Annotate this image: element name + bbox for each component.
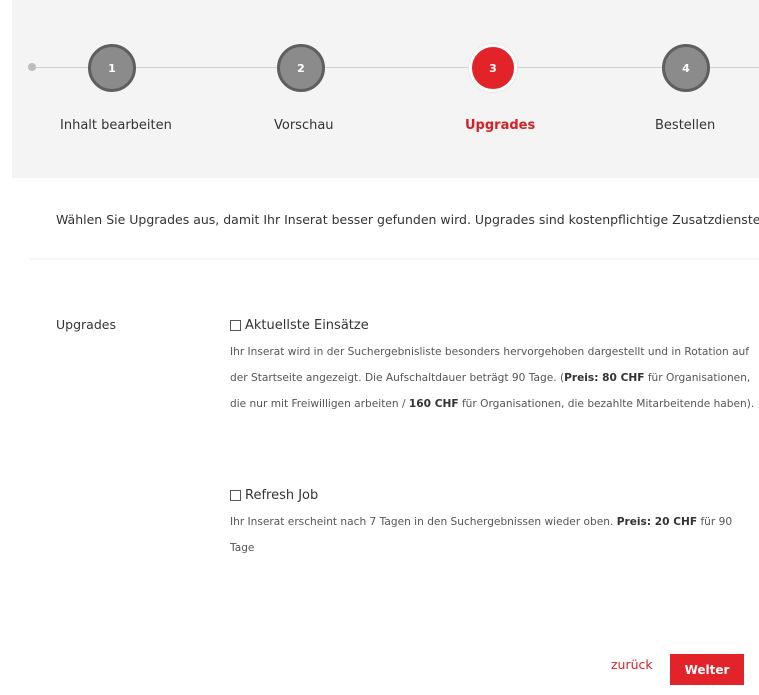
- price-text: 160 CHF: [408, 398, 459, 410]
- option-description: Ihr Inserat erscheint nach 7 Tagen in de…: [230, 509, 755, 561]
- section-divider: [30, 258, 759, 260]
- step-2-number: 2: [297, 61, 305, 75]
- step-3-label: Upgrades: [465, 118, 536, 133]
- upgrade-option-refresh-job: Refresh Job Ihr Inserat erscheint nach 7…: [230, 485, 755, 561]
- upgrade-option-aktuellste-einsaetze: Aktuellste Einsätze Ihr Inserat wird in …: [230, 315, 755, 417]
- price-text: Preis: 20 CHF: [616, 516, 698, 528]
- option-title: Refresh Job: [245, 487, 319, 503]
- step-4-number: 4: [682, 61, 690, 75]
- price-text: Preis: 80 CHF: [564, 372, 645, 384]
- wizard-header: [12, 0, 759, 178]
- wizard-progress-line: [34, 67, 759, 68]
- step-1-number: 1: [108, 61, 116, 75]
- left-margin: [0, 0, 12, 695]
- step-1-label[interactable]: Inhalt bearbeiten: [60, 118, 172, 133]
- option-description: Ihr Inserat wird in der Suchergebnislist…: [230, 339, 755, 417]
- step-1-circle[interactable]: 1: [88, 44, 136, 92]
- step-2-label[interactable]: Vorschau: [274, 118, 334, 133]
- step-2-circle[interactable]: 2: [277, 44, 325, 92]
- refresh-job-checkbox[interactable]: [230, 489, 241, 501]
- step-3-number: 3: [489, 61, 497, 75]
- option-refresh-job-header[interactable]: Refresh Job: [230, 485, 755, 505]
- back-link[interactable]: zurück: [611, 657, 653, 672]
- description-text: Ihr Inserat erscheint nach 7 Tagen in de…: [230, 516, 617, 528]
- aktuellste-einsaetze-checkbox[interactable]: [230, 319, 241, 331]
- option-aktuellste-einsaetze-header[interactable]: Aktuellste Einsätze: [230, 315, 755, 335]
- step-4-circle[interactable]: 4: [662, 44, 710, 92]
- step-3-circle: 3: [469, 44, 517, 92]
- upgrades-section-label: Upgrades: [56, 317, 116, 332]
- description-text: für Organisationen, die bezahlte Mitarbe…: [458, 398, 755, 410]
- upgrades-panel: [30, 178, 759, 695]
- wizard-start-dot: [28, 63, 36, 71]
- option-title: Aktuellste Einsätze: [245, 317, 369, 333]
- intro-text: Wählen Sie Upgrades aus, damit Ihr Inser…: [56, 212, 759, 227]
- step-4-label[interactable]: Bestellen: [655, 118, 715, 133]
- next-button[interactable]: Welter: [670, 654, 744, 685]
